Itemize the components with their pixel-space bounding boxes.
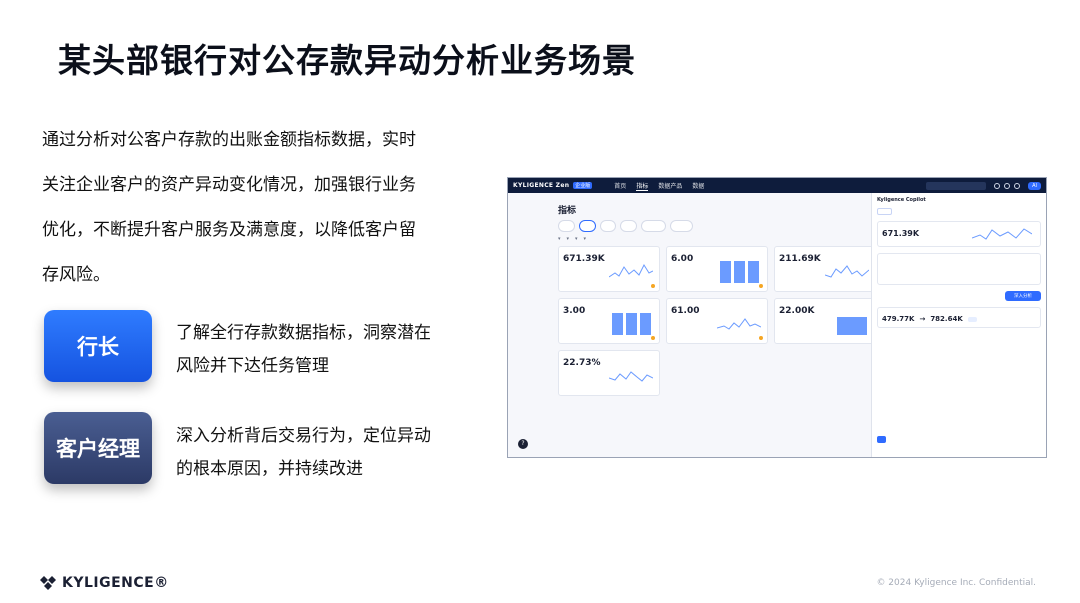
product-screenshot: KYLIGENCE Zen 企业版 首页 指标 数据产品 数据 AI 指标 ▾ (507, 177, 1047, 458)
bar-mini-chart (837, 313, 867, 335)
slide-title: 某头部银行对公存款异动分析业务场景 (58, 41, 636, 80)
from-value: 479.77K (882, 315, 915, 323)
tab-5[interactable] (641, 220, 666, 232)
metric-card[interactable]: 22.73% (558, 350, 660, 396)
sparkline (717, 318, 761, 330)
tab-6[interactable] (669, 220, 693, 232)
sparkline (609, 263, 653, 278)
filter-tabs (558, 220, 860, 232)
copilot-metric-card: 671.39K (877, 221, 1041, 247)
copilot-sparkline (972, 228, 1032, 240)
copilot-panel: Kyligence Copilot 671.39K 深入分析 479.77K →… (871, 193, 1046, 457)
tab-3[interactable] (599, 220, 617, 232)
copilot-answer-card: 479.77K → 782.64K (877, 307, 1041, 328)
kyligence-logo-icon (40, 576, 56, 590)
filter-3[interactable]: ▾ (575, 236, 578, 242)
status-dot (759, 284, 763, 288)
app-topbar: KYLIGENCE Zen 企业版 首页 指标 数据产品 数据 AI (508, 178, 1046, 193)
app-brand-tag: 企业版 (573, 182, 593, 189)
filter-2[interactable]: ▾ (567, 236, 570, 242)
change-badge (967, 316, 977, 322)
copilot-title: Kyligence Copilot (877, 197, 926, 203)
page-title: 指标 (558, 206, 577, 216)
metric-card[interactable]: 6.00 (666, 246, 768, 292)
tab-4[interactable] (620, 220, 638, 232)
help-icon[interactable] (994, 182, 1001, 189)
metrics-main: 指标 ▾ ▾ ▾ ▾ 671.39K 6.00 211.69K 3.00 61.… (508, 193, 876, 457)
nav-item-data[interactable]: 数据 (692, 181, 704, 190)
user-icon[interactable] (1014, 182, 1021, 189)
intro-paragraph: 通过分析对公客户存款的出账金额指标数据，实时关注企业客户的资产异动变化情况，加强… (42, 130, 416, 285)
copilot-chips (877, 208, 1041, 215)
filter-row: ▾ ▾ ▾ ▾ (558, 236, 860, 242)
status-dot (759, 336, 763, 340)
metric-card[interactable]: 22.00K (774, 298, 876, 344)
settings-icon[interactable] (1004, 182, 1011, 189)
filter-4[interactable]: ▾ (584, 236, 587, 242)
status-dot (651, 336, 655, 340)
copilot-suggestions (877, 253, 1041, 285)
metric-card[interactable]: 3.00 (558, 298, 660, 344)
metric-card[interactable]: 671.39K (558, 246, 660, 292)
role-badge-account-manager: 客户经理 (44, 412, 152, 484)
bar-mini-chart (720, 261, 759, 283)
app-brand: KYLIGENCE Zen (513, 182, 570, 189)
status-dot (651, 284, 655, 288)
copilot-input[interactable] (877, 448, 878, 453)
nav-item-data-products[interactable]: 数据产品 (658, 181, 682, 190)
comparison-row: 479.77K → 782.64K (882, 315, 1036, 323)
filter-1[interactable]: ▾ (558, 236, 561, 242)
ai-assistant-button[interactable]: AI (1028, 181, 1041, 190)
tab-1[interactable] (558, 220, 575, 232)
footer-logo-text: KYLIGENCE® (62, 575, 169, 591)
suggestion-line[interactable] (882, 262, 1036, 269)
copilot-header: Kyligence Copilot (877, 197, 1041, 203)
action-button[interactable] (877, 436, 886, 443)
nav-item-metrics[interactable]: 指标 (636, 181, 649, 191)
role-badge-president: 行长 (44, 310, 152, 382)
user-message: 深入分析 (1005, 291, 1041, 301)
sparkline (825, 265, 869, 278)
footer-copyright: © 2024 Kyligence Inc. Confidential. (876, 578, 1036, 588)
metric-cards: 671.39K 6.00 211.69K 3.00 61.00 22.00K 2… (558, 246, 876, 396)
tab-2[interactable] (578, 220, 596, 232)
suggestion-line[interactable] (882, 273, 1036, 280)
to-value: 782.64K (930, 315, 963, 323)
metric-card[interactable]: 211.69K (774, 246, 876, 292)
role-desc-account-manager: 深入分析背后交易行为，定位异动的根本原因，并持续改进 (176, 426, 431, 479)
sparkline (609, 371, 653, 382)
arrow-icon: → (919, 315, 926, 323)
footer-logo: KYLIGENCE® (40, 575, 169, 591)
help-float-button[interactable]: ? (518, 439, 528, 449)
copilot-actions (877, 436, 1041, 443)
role-desc-president: 了解全行存款数据指标，洞察潜在风险并下达任务管理 (176, 323, 431, 376)
context-chip[interactable] (877, 208, 892, 215)
metric-card[interactable]: 61.00 (666, 298, 768, 344)
bar-mini-chart (612, 313, 651, 335)
top-icons (994, 182, 1021, 189)
nav-item-home[interactable]: 首页 (614, 181, 626, 190)
search-input[interactable] (926, 181, 987, 190)
